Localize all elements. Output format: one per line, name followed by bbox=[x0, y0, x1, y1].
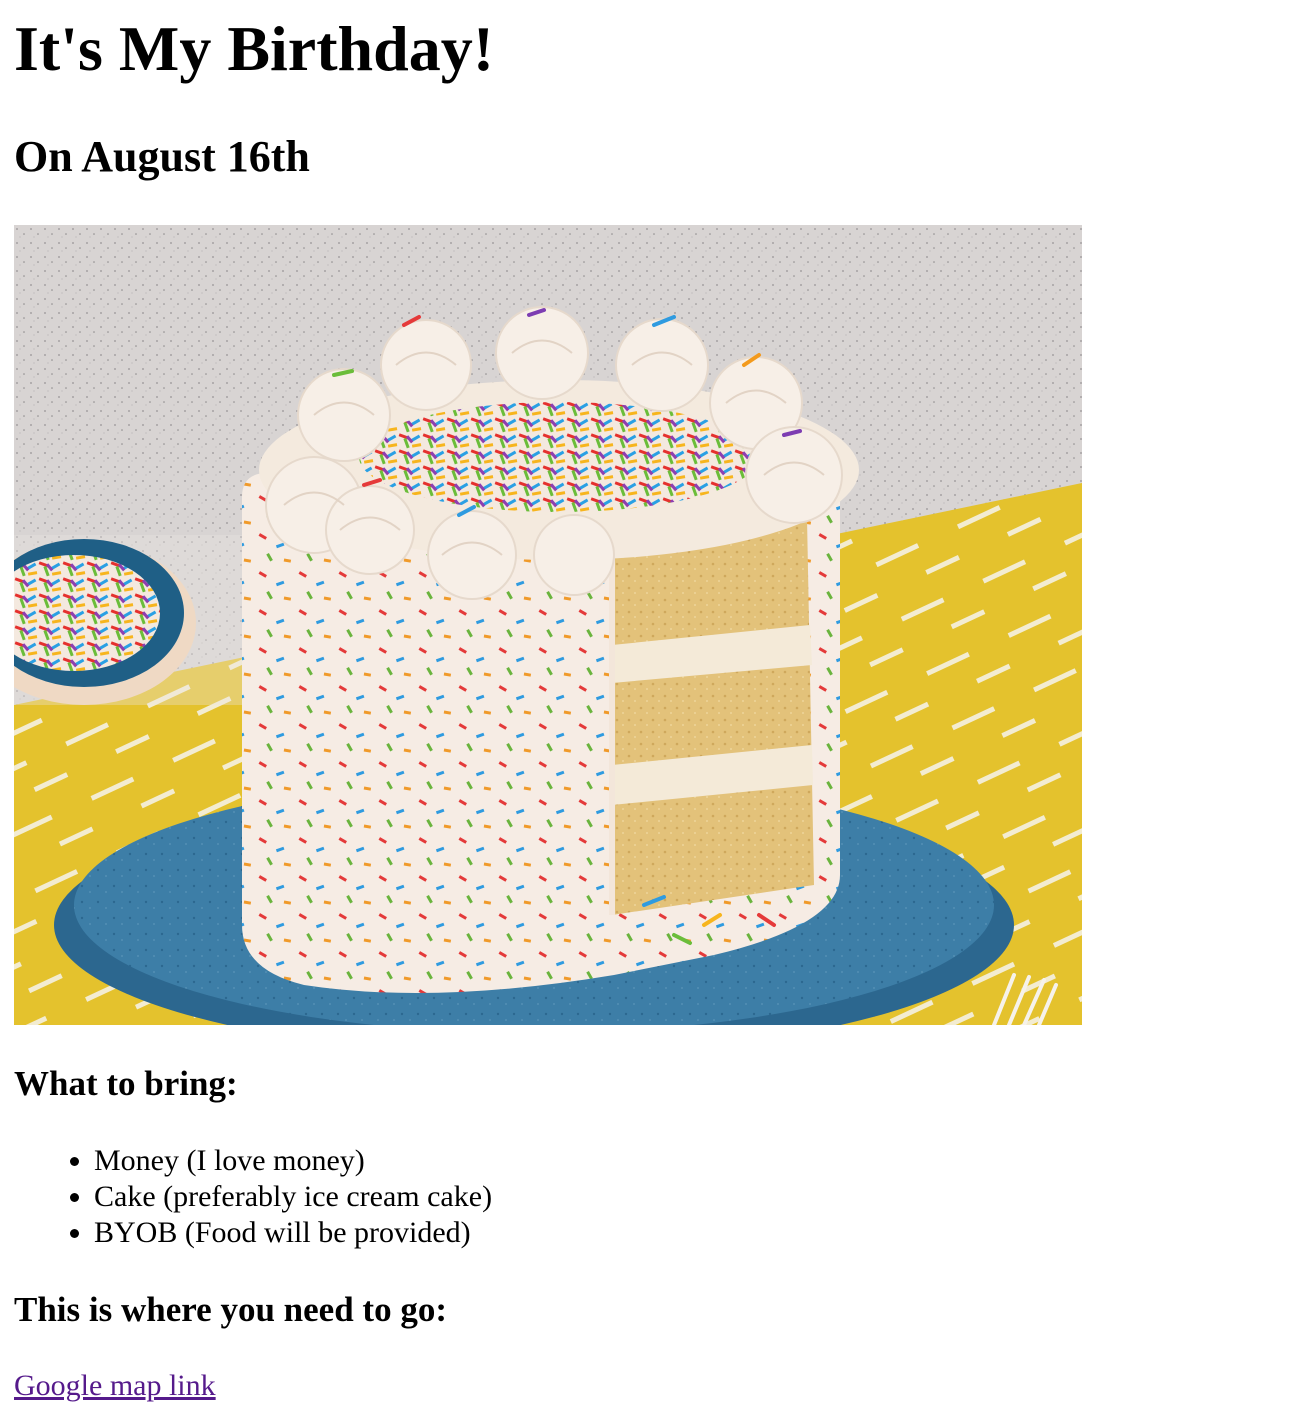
bring-item: Money (I love money) bbox=[94, 1143, 492, 1179]
bring-item: Cake (preferably ice cream cake) bbox=[94, 1179, 492, 1215]
cake-image bbox=[14, 225, 1082, 1025]
page-subtitle: On August 16th bbox=[14, 132, 310, 181]
page-title: It's My Birthday! bbox=[14, 13, 494, 84]
bring-item: BYOB (Food will be provided) bbox=[94, 1215, 492, 1251]
bring-list: Money (I love money) Cake (preferably ic… bbox=[14, 1143, 492, 1251]
location-heading: This is where you need to go: bbox=[14, 1290, 447, 1329]
bring-heading: What to bring: bbox=[14, 1064, 238, 1103]
google-map-link[interactable]: Google map link bbox=[14, 1368, 216, 1404]
